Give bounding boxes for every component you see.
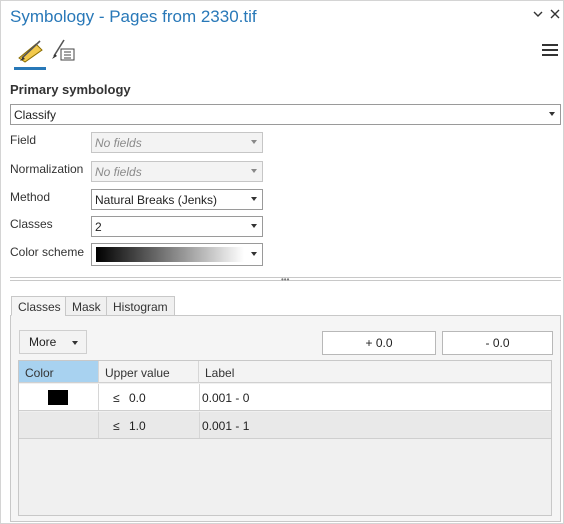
classes-label: Classes [10,217,53,231]
normalization-value: No fields [95,165,142,179]
classes-dropdown[interactable]: 2 [91,216,263,237]
renderer-value: Classify [14,108,57,122]
class-color-cell[interactable] [19,384,99,410]
column-divider [199,412,200,438]
method-label: Method [10,190,51,204]
table-row[interactable]: ≤ 1.0 0.001 - 1 [19,412,551,439]
chevron-down-icon [251,252,257,256]
renderer-dropdown[interactable]: Classify [10,104,561,125]
splitter-grip-icon[interactable]: ••• [281,276,289,284]
upper-value-cell[interactable]: 0.0 [129,384,146,410]
chevron-down-icon [251,197,257,201]
more-button-label: More [29,335,57,349]
chevron-down-icon [251,224,257,228]
more-button[interactable]: More [19,330,87,354]
close-icon[interactable] [547,8,563,24]
upper-value-op: ≤ [113,391,120,405]
column-header-color[interactable]: Color [19,361,99,383]
label-cell[interactable]: 0.001 - 0 [202,384,249,410]
field-value: No fields [95,136,142,150]
field-label: Field [10,133,37,147]
tab-histogram[interactable]: Histogram [106,296,175,316]
classes-value: 2 [95,220,102,234]
active-tab-indicator [14,67,46,70]
column-header-label[interactable]: Label [199,361,551,383]
column-divider [199,384,200,410]
tab-mask-label: Mask [72,300,101,314]
tab-histogram-label: Histogram [113,300,168,314]
pane-title: Symbology - Pages from 2330.tif [10,7,257,26]
method-value: Natural Breaks (Jenks) [95,193,218,207]
primary-symbology-heading: Primary symbology [10,82,131,97]
label-cell[interactable]: 0.001 - 1 [202,412,249,438]
normalization-dropdown[interactable]: No fields [91,161,263,182]
color-scheme-dropdown[interactable] [91,243,263,266]
chevron-down-icon [72,341,78,345]
tab-mask[interactable]: Mask [65,296,108,316]
column-header-upper-value[interactable]: Upper value [99,361,199,383]
primary-symbology-icon[interactable] [16,36,46,66]
decrease-precision-button[interactable]: - 0.0 [442,331,553,355]
upper-value-op: ≤ [113,419,120,433]
hamburger-menu-icon[interactable] [542,44,558,58]
chevron-down-icon[interactable] [530,8,546,24]
normalization-label: Normalization [10,162,84,176]
chevron-down-icon [549,112,555,116]
method-dropdown[interactable]: Natural Breaks (Jenks) [91,189,263,210]
color-scheme-label: Color scheme [10,245,85,259]
color-scheme-gradient [96,247,244,262]
increase-precision-button[interactable]: + 0.0 [322,331,436,355]
table-row[interactable]: ≤ 0.0 0.001 - 0 [19,384,551,411]
chevron-down-icon [251,140,257,144]
color-swatch [48,390,68,405]
tab-classes-label: Classes [18,300,61,314]
vary-symbology-icon[interactable] [50,36,80,66]
tab-classes[interactable]: Classes [11,296,68,316]
upper-value-cell[interactable]: 1.0 [129,412,146,438]
field-dropdown[interactable]: No fields [91,132,263,153]
chevron-down-icon [251,169,257,173]
class-color-cell[interactable] [19,412,99,438]
